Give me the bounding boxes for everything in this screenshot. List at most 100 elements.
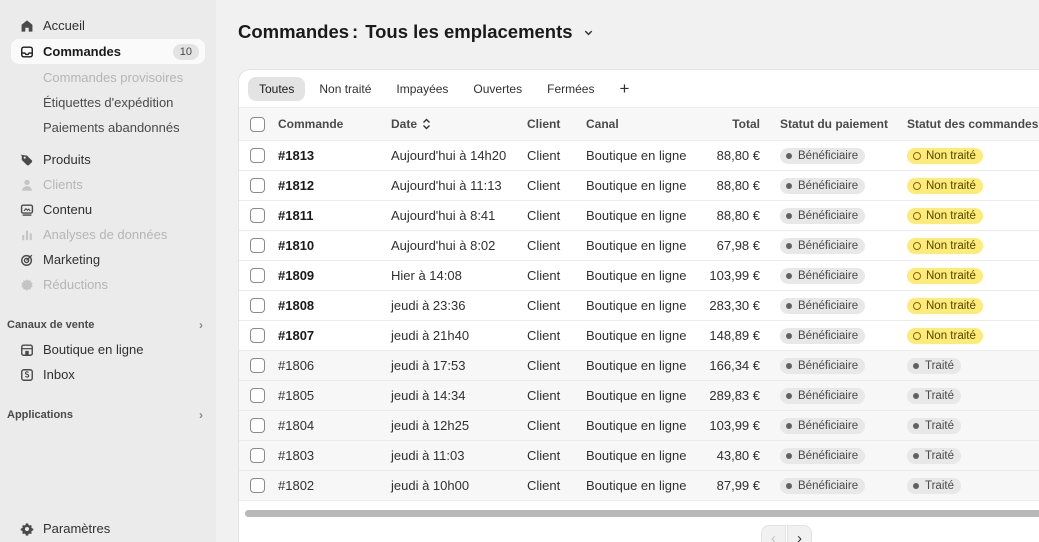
nav-item-reductions[interactable]: Réductions — [11, 272, 205, 297]
order-status-text: Non traité — [926, 329, 976, 342]
chevron-down-icon[interactable] — [583, 27, 594, 38]
next-page-button[interactable]: › — [787, 525, 812, 542]
table-row[interactable]: #1812 Aujourd'hui à 11:13 Client Boutique e… — [239, 171, 1039, 201]
column-header-canal[interactable]: Canal — [586, 108, 619, 140]
order-number[interactable]: #1803 — [278, 441, 314, 470]
sales-channels-section[interactable]: Canaux de vente › — [7, 318, 203, 332]
tab-closed[interactable]: Fermées — [536, 77, 605, 101]
row-checkbox[interactable] — [250, 208, 265, 223]
nav-item-produits[interactable]: Produits — [11, 147, 205, 172]
location-selector[interactable]: Tous les emplacements — [365, 21, 572, 43]
select-all-checkbox[interactable] — [250, 116, 265, 132]
nav-item-analyses[interactable]: Analyses de données — [11, 222, 205, 247]
order-number[interactable]: #1807 — [278, 321, 314, 350]
row-checkbox[interactable] — [250, 298, 265, 313]
order-status-text: Traité — [925, 359, 954, 372]
status-dot-icon — [786, 182, 792, 189]
order-number[interactable]: #1805 — [278, 381, 314, 410]
payment-status-text: Bénéficiaire — [798, 329, 859, 342]
order-number[interactable]: #1813 — [278, 141, 314, 170]
status-ring-icon — [913, 151, 921, 160]
nav-item-marketing[interactable]: Marketing — [11, 247, 205, 272]
table-row[interactable]: #1806 jeudi à 17:53 Client Boutique en lign… — [239, 351, 1039, 381]
subnav-shipping-labels[interactable]: Étiquettes d'expédition — [43, 95, 173, 110]
add-view-button[interactable]: + — [610, 77, 638, 101]
row-checkbox[interactable] — [250, 148, 265, 163]
nav-label: Analyses de données — [43, 227, 168, 242]
column-header-payment-status[interactable]: Statut du paiement — [780, 108, 888, 140]
row-checkbox[interactable] — [250, 178, 265, 193]
row-checkbox[interactable] — [250, 448, 265, 463]
order-date: jeudi à 10h00 — [391, 478, 470, 493]
table-row[interactable]: #1809 Hier à 14:08 Client Boutique en ligne… — [239, 261, 1039, 291]
row-checkbox[interactable] — [250, 388, 265, 403]
table-row[interactable]: #1808 jeudi à 23:36 Client Boutique en lign… — [239, 291, 1039, 321]
tab-all[interactable]: Toutes — [248, 76, 306, 101]
nav-item-inbox[interactable]: Inbox — [11, 362, 205, 387]
subnav-draft-orders[interactable]: Commandes provisoires — [43, 70, 183, 85]
column-header-total[interactable]: Total — [709, 108, 760, 140]
order-number[interactable]: #1810 — [278, 231, 314, 260]
row-checkbox[interactable] — [250, 238, 265, 253]
payment-status-badge: Bénéficiaire — [780, 297, 866, 314]
table-row[interactable]: #1803 jeudi à 11:03 Client Boutique en lign… — [239, 441, 1039, 471]
payment-status-badge: Bénéficiaire — [780, 357, 866, 374]
column-header-date-label: Date — [391, 117, 418, 131]
order-number[interactable]: #1804 — [278, 411, 314, 440]
row-checkbox[interactable] — [250, 328, 265, 343]
gear-icon — [11, 522, 43, 536]
table-row[interactable]: #1811 Aujourd'hui à 8:41 Client Boutique en… — [239, 201, 1039, 231]
row-checkbox[interactable] — [250, 418, 265, 433]
sort-icon[interactable] — [422, 118, 431, 130]
order-status-badge: Non traité — [907, 147, 983, 164]
nav-item-clients[interactable]: Clients — [11, 172, 205, 197]
tab-open[interactable]: Ouvertes — [462, 77, 533, 101]
order-number[interactable]: #1811 — [278, 201, 313, 230]
applications-section[interactable]: Applications › — [7, 408, 203, 422]
tab-unpaid[interactable]: Impayées — [385, 77, 459, 101]
subnav-abandoned-checkouts[interactable]: Paiements abandonnés — [43, 120, 180, 135]
table-row[interactable]: #1805 jeudi à 14:34 Client Boutique en lign… — [239, 381, 1039, 411]
row-checkbox[interactable] — [250, 478, 265, 493]
payment-status-badge: Bénéficiaire — [780, 327, 866, 344]
nav-item-parametres[interactable]: Paramètres — [11, 516, 205, 541]
order-status-text: Traité — [925, 479, 954, 492]
order-number[interactable]: #1806 — [278, 351, 314, 380]
horizontal-scrollbar[interactable] — [245, 510, 1039, 517]
table-row[interactable]: #1807 jeudi à 21h40 Client Boutique en lign… — [239, 321, 1039, 351]
nav-item-commandes[interactable]: Commandes 10 — [11, 39, 205, 64]
column-header-order-status[interactable]: Statut des commandes — [907, 108, 1038, 140]
order-number[interactable]: #1802 — [278, 471, 314, 500]
status-dot-icon — [913, 392, 919, 399]
table-row[interactable]: #1802 jeudi à 10h00 Client Boutique en lign… — [239, 471, 1039, 501]
column-header-client[interactable]: Client — [527, 108, 560, 140]
scrollbar-thumb[interactable] — [245, 510, 1039, 517]
row-checkbox[interactable] — [250, 268, 265, 283]
order-number[interactable]: #1809 — [278, 261, 314, 290]
nav-item-accueil[interactable]: Accueil — [11, 13, 205, 38]
order-total: 283,30 € — [709, 298, 760, 313]
nav-label: Contenu — [43, 202, 93, 217]
order-number[interactable]: #1812 — [278, 171, 314, 200]
table-row[interactable]: #1810 Aujourd'hui à 8:02 Client Boutique en… — [239, 231, 1039, 261]
previous-page-button[interactable]: ‹ — [761, 525, 786, 542]
chevron-right-icon: › — [199, 408, 203, 422]
order-canal: Boutique en ligne — [586, 148, 687, 163]
nav-item-boutique[interactable]: Boutique en ligne — [11, 337, 205, 362]
table-row[interactable]: #1813 Aujourd'hui à 14h20 Client Boutique e… — [239, 141, 1039, 171]
table-row[interactable]: #1804 jeudi à 12h25 Client Boutique en lign… — [239, 411, 1039, 441]
tab-unfulfilled[interactable]: Non traité — [308, 77, 382, 101]
order-client: Client — [527, 328, 561, 343]
row-checkbox[interactable] — [250, 358, 265, 373]
order-number[interactable]: #1808 — [278, 291, 314, 320]
status-dot-icon — [786, 362, 792, 369]
payment-status-badge: Bénéficiaire — [780, 387, 866, 404]
column-header-date[interactable]: Date — [391, 108, 431, 140]
order-canal: Boutique en ligne — [586, 208, 687, 223]
column-header-order[interactable]: Commande — [278, 108, 343, 140]
order-date: jeudi à 11:03 — [391, 448, 465, 463]
nav-label: Inbox — [43, 367, 75, 382]
payment-status-text: Bénéficiaire — [798, 149, 859, 162]
order-canal: Boutique en ligne — [586, 478, 687, 493]
nav-item-contenu[interactable]: Contenu — [11, 197, 205, 222]
